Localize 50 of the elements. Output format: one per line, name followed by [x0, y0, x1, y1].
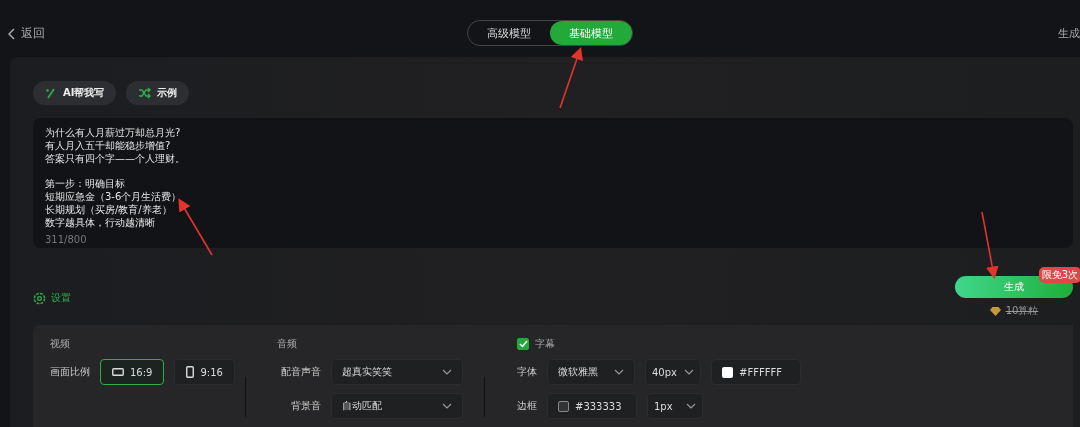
shuffle-icon [138, 87, 152, 99]
char-counter: 311/800 [45, 234, 88, 245]
section-title: 音频 [277, 337, 298, 351]
annotation-arrow [178, 198, 213, 256]
prompt-line: 有人月入五千却能稳步增值? [45, 139, 171, 152]
landscape-icon [112, 368, 124, 376]
model-tab[interactable]: 高级模型 [468, 21, 550, 45]
portrait-icon [186, 366, 195, 378]
chevron-left-icon [8, 27, 16, 40]
top-right-link[interactable]: 生成 [1058, 26, 1080, 41]
dropdown[interactable]: 1px [647, 393, 703, 419]
field-label: 边框 [517, 399, 537, 413]
sparkle-pen-icon [45, 87, 57, 99]
caret-icon [442, 369, 452, 375]
free-badge: 限免3次 [1038, 267, 1080, 283]
field-label: 配音声音 [280, 365, 321, 379]
prompt-field[interactable]: 为什么有人月薪过万却总月光? 有人月入五千却能稳步增值? 答案只有四个字——个人理财。 第一步：明确目标 短期应急金（3-6个月生活费） 长期规划（买房/教育/养老） 数字越具体，行动越清晰 311/800 [33, 118, 1073, 248]
dropdown[interactable]: 超真实笑笑 [331, 359, 463, 385]
prompt-line: 为什么有人月薪过万却总月光? [45, 126, 181, 139]
gem-icon [989, 306, 1001, 316]
checkbox[interactable] [517, 338, 529, 350]
ratio-option[interactable]: 16:9 [100, 359, 165, 385]
field-label: 背景音 [290, 399, 321, 413]
dropdown[interactable]: 自动匹配 [331, 393, 463, 419]
prompt-line: 答案只有四个字——个人理财。 [45, 152, 185, 165]
annotation-arrow [559, 46, 583, 109]
caret-icon [614, 369, 624, 375]
prompt-line: 长期规划（买房/教育/养老） [45, 203, 172, 216]
prompt-line: 数字越具体，行动越清晰 [45, 216, 155, 229]
section-title: 视频 [50, 337, 71, 351]
dropdown[interactable]: 微软雅黑 [547, 359, 635, 385]
dropdown[interactable]: 40px [645, 359, 701, 385]
field-label: 画面比例 [50, 365, 90, 379]
color-picker[interactable]: #333333 [547, 393, 637, 419]
caret-icon [684, 369, 694, 375]
ratio-option[interactable]: 9:16 [174, 359, 235, 385]
color-picker[interactable]: #FFFFFF [711, 359, 801, 385]
tool-button[interactable]: 示例 [126, 81, 190, 105]
section-title: 字幕 [535, 337, 555, 351]
field-label: 字体 [517, 365, 537, 379]
settings-icon [33, 291, 46, 305]
caret-icon [442, 403, 452, 409]
annotation-arrow [981, 211, 999, 280]
cost-text: 10算粒 [1005, 304, 1039, 318]
settings-link[interactable]: 设置 [33, 291, 71, 305]
back-link[interactable]: 返回 [8, 25, 45, 42]
caret-icon [686, 403, 696, 409]
prompt-line: 第一步：明确目标 [45, 177, 125, 190]
tool-button[interactable]: AI帮我写 [33, 81, 117, 105]
prompt-line: 短期应急金（3-6个月生活费） [45, 190, 182, 203]
